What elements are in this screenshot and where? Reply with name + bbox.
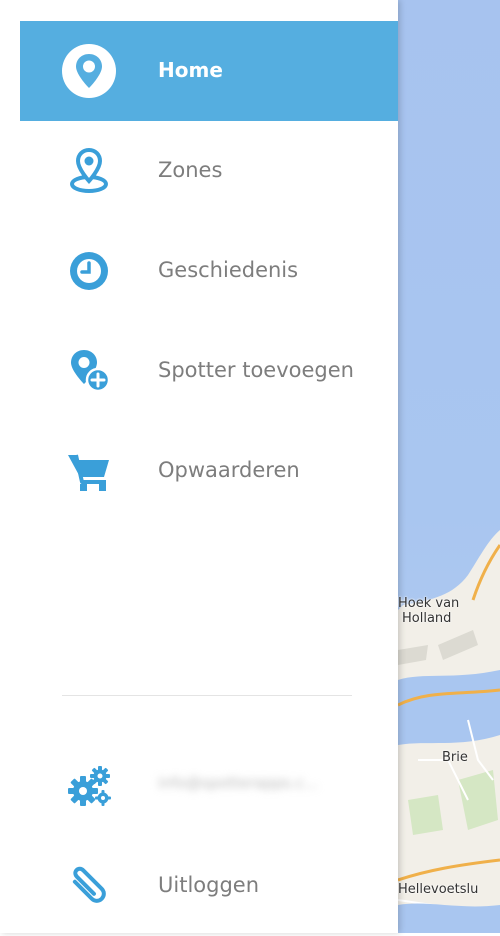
menu-divider (62, 695, 352, 696)
menu-item-geschiedenis[interactable]: Geschiedenis (20, 221, 398, 321)
map-label-hoek-line2: Holland (402, 611, 452, 626)
menu-item-opwaarderen[interactable]: Opwaarderen (20, 421, 398, 521)
map-label-hoek-line1: Hoek van (398, 596, 460, 611)
map-label-hellevoetsluis: Hellevoetslu (398, 882, 479, 897)
map-view[interactable]: Hoek van Holland Brie Hellevoetslu (398, 0, 500, 933)
cart-icon (62, 444, 116, 498)
menu-item-label: Geschiedenis (158, 258, 299, 282)
menu-item-home[interactable]: Home (20, 21, 398, 121)
menu-item-label: Opwaarderen (158, 458, 300, 482)
menu-item-label: Spotter toevoegen (158, 358, 354, 382)
menu-item-label: Uitloggen (158, 873, 260, 897)
map-canvas (398, 530, 500, 933)
gears-icon (62, 759, 116, 813)
map-label-brielle: Brie (442, 750, 468, 765)
menu-item-label: Home (158, 58, 223, 82)
map-pin-icon (62, 44, 116, 98)
navigation-drawer: Home Zones Geschiedenis Spotter toevoege… (0, 0, 398, 933)
menu-item-zones[interactable]: Zones (20, 121, 398, 221)
menu-item-spotter-toevoegen[interactable]: Spotter toevoegen (20, 321, 398, 421)
zone-pin-icon (62, 144, 116, 198)
add-pin-icon (62, 344, 116, 398)
menu-item-label: Zones (158, 158, 223, 182)
clock-icon (62, 244, 116, 298)
map-label-hoek-van-holland: Hoek van Holland (398, 596, 459, 626)
menu-item-uitloggen[interactable]: Uitloggen (20, 836, 398, 936)
account-email: info@spotterapps.c... (158, 774, 319, 792)
paperclip-icon (62, 859, 116, 913)
